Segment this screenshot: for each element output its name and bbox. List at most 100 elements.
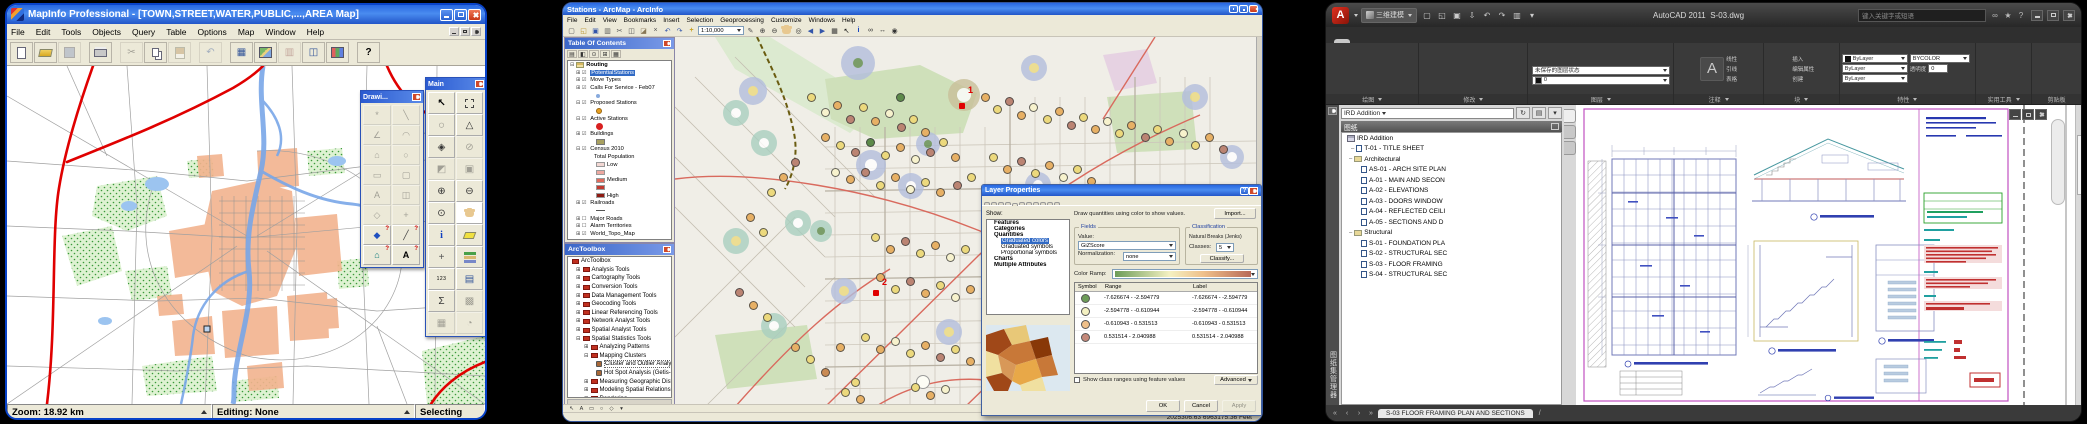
menu-item[interactable]: Help — [842, 17, 855, 24]
panel-label-utilities[interactable]: 实用工具 — [1976, 94, 2031, 104]
tree-item[interactable]: Total Population — [568, 153, 671, 161]
menu-item[interactable]: View — [603, 17, 617, 24]
unselect-all-tool[interactable]: ⊘ — [456, 136, 483, 158]
list-by-selection-button[interactable]: ⊞ — [600, 50, 610, 58]
undo-button[interactable]: ↶ — [662, 26, 673, 36]
forward-extent-button[interactable]: ▶ — [817, 26, 828, 36]
list-by-visibility-button[interactable]: ⊙ — [589, 50, 599, 58]
ribbon-tool-icon[interactable] — [1403, 63, 1416, 75]
marquee-select-tool[interactable] — [456, 92, 483, 114]
new-redistricter-button[interactable] — [326, 42, 349, 63]
maximize-button[interactable] — [1239, 5, 1248, 13]
close-icon[interactable] — [1328, 107, 1337, 115]
new-browser-button[interactable]: ▦ — [230, 42, 253, 63]
ribbon-tool-label[interactable]: 表格 — [1726, 75, 1737, 83]
menu-item[interactable]: Query — [132, 27, 155, 37]
tree-item[interactable]: S-02 - STRUCTURAL SEC — [1342, 249, 1561, 260]
sheets-header[interactable]: 图纸 — [1341, 121, 1562, 132]
open-button[interactable]: ◱ — [578, 26, 589, 36]
save-button[interactable] — [58, 42, 81, 63]
close-icon[interactable] — [1249, 187, 1258, 195]
menu-item[interactable]: Bookmarks — [624, 17, 657, 24]
tree-item[interactable]: A-01 - MAIN AND SECON — [1342, 175, 1561, 186]
prev-tab-arrow-icon[interactable]: ‹ — [1342, 410, 1352, 417]
menu-item[interactable]: Tools — [61, 27, 81, 37]
polygon-tool[interactable]: ⌂ — [363, 145, 391, 165]
tree-item[interactable]: S-04 - STRUCTURAL SEC — [1342, 270, 1561, 281]
dialog-tab[interactable] — [1012, 203, 1018, 206]
layer-state-combo[interactable]: 未保存的图层状态 — [1532, 66, 1670, 75]
polygon-select-tool[interactable]: △ — [456, 114, 483, 136]
main-toolbar-titlebar[interactable]: Main — [426, 78, 485, 90]
select-features-button[interactable]: ▦ — [829, 26, 840, 36]
close-icon[interactable] — [2035, 109, 2047, 120]
palette-titlebar-strip[interactable]: 图纸集管理器 — [1326, 105, 1339, 407]
tree-item[interactable]: IRD Addition — [1342, 133, 1561, 144]
toolbar-button[interactable]: ○ — [597, 405, 606, 412]
ribbon-tool-icon[interactable] — [1467, 56, 1480, 68]
checkbox[interactable] — [1074, 377, 1080, 383]
redo-button[interactable]: ↷ — [674, 26, 685, 36]
active-layout-tab[interactable]: S-03 FLOOR FRAMING PLAN AND SECTIONS — [1378, 409, 1533, 418]
panel-label-annotation[interactable]: 注释 — [1674, 94, 1763, 104]
tree-item[interactable]: ⊞ Cartography Tools — [568, 274, 671, 283]
toolbar-button[interactable]: ◇ — [607, 405, 616, 412]
ribbon-tool-icon[interactable] — [2052, 167, 2065, 179]
color-combo[interactable]: ByLayer — [1842, 54, 1908, 63]
tree-item[interactable]: ⊞ ☐ Alarm Territories — [568, 222, 671, 230]
polyline-tool[interactable]: ∠ — [363, 125, 391, 145]
dialog-tab[interactable] — [1047, 202, 1053, 205]
tree-item[interactable]: ⊟ ☑ Active Stations — [568, 115, 671, 123]
tree-item[interactable]: ⊞ Data Management Tools — [568, 291, 671, 300]
menu-item[interactable]: Options — [198, 27, 227, 37]
close-icon[interactable] — [475, 80, 484, 88]
ellipse-tool[interactable]: ○ — [392, 145, 420, 165]
close-icon[interactable] — [412, 93, 421, 101]
tree-item[interactable]: ⊞ Modeling Spatial Relationships — [568, 386, 671, 395]
editor-button[interactable]: ✎ — [745, 26, 756, 36]
drawing-vertical-scrollbar[interactable] — [2075, 105, 2082, 407]
transparency-input[interactable]: 0 — [1928, 64, 1948, 73]
mdi-restore-button[interactable] — [460, 27, 470, 36]
new-mapper-button[interactable] — [254, 42, 277, 63]
tree-item[interactable]: – T-01 - TITLE SHEET — [1342, 144, 1561, 155]
new-grapher-button[interactable]: ▥ — [278, 42, 301, 63]
zoom-out-tool[interactable]: ⊖ — [456, 180, 483, 202]
dialog-tab[interactable] — [1054, 202, 1060, 205]
tree-item[interactable]: Hot Spot Analysis (Getis-Ord Gi*) — [568, 369, 671, 378]
identify-tool[interactable]: i — [853, 26, 864, 36]
app-menu-caret-icon[interactable] — [1354, 14, 1358, 17]
close-button[interactable] — [2063, 10, 2075, 21]
dialog-tab[interactable] — [1019, 202, 1025, 205]
tree-item[interactable]: – Architectural — [1342, 154, 1561, 165]
tree-item[interactable]: A-03 - DOORS WINDOW — [1342, 196, 1561, 207]
legend-button[interactable]: ▤ — [456, 268, 483, 290]
save-button[interactable]: ▣ — [590, 26, 601, 36]
toolbar-button[interactable]: ↖ — [567, 405, 576, 412]
value-field-combo[interactable]: GiZScore — [1078, 241, 1176, 250]
back-extent-button[interactable]: ◀ — [805, 26, 816, 36]
toolbar-button[interactable]: ▣ — [1450, 8, 1464, 22]
copy-button[interactable] — [144, 42, 167, 63]
tree-item[interactable]: ⊞ Linear Referencing Tools — [568, 309, 671, 318]
lineweight-combo[interactable]: ByLayer — [1842, 74, 1908, 83]
find-button[interactable]: ∞ — [865, 26, 876, 36]
tree-item[interactable]: ⊞ Conversion Tools — [568, 283, 671, 292]
minimize-button[interactable] — [440, 9, 453, 21]
ribbon-tool-icon[interactable] — [1602, 53, 1615, 65]
measure-tool[interactable]: ↔ — [877, 26, 888, 36]
cut-button[interactable]: ✂ — [614, 26, 625, 36]
dialog-titlebar[interactable]: Layer Properties ? — [982, 185, 1261, 196]
set-target-district-button[interactable]: ▩ — [456, 290, 483, 312]
select-tool[interactable]: ↖ — [428, 92, 455, 114]
menu-item[interactable]: File — [11, 27, 25, 37]
menu-item[interactable]: Help — [307, 27, 324, 37]
statistics-button[interactable]: Σ — [428, 290, 455, 312]
tree-item[interactable]: A-04 - REFLECTED CEILI — [1342, 207, 1561, 218]
color-ramp-combo[interactable] — [1112, 269, 1258, 279]
ribbon-tool-icon[interactable] — [1474, 70, 1487, 82]
toolbar-button[interactable]: ↶ — [1480, 8, 1494, 22]
editing-status[interactable]: Editing: None — [212, 404, 415, 420]
apply-button[interactable]: Apply — [1222, 400, 1256, 412]
toc-titlebar[interactable]: Table Of Contents — [565, 38, 674, 49]
